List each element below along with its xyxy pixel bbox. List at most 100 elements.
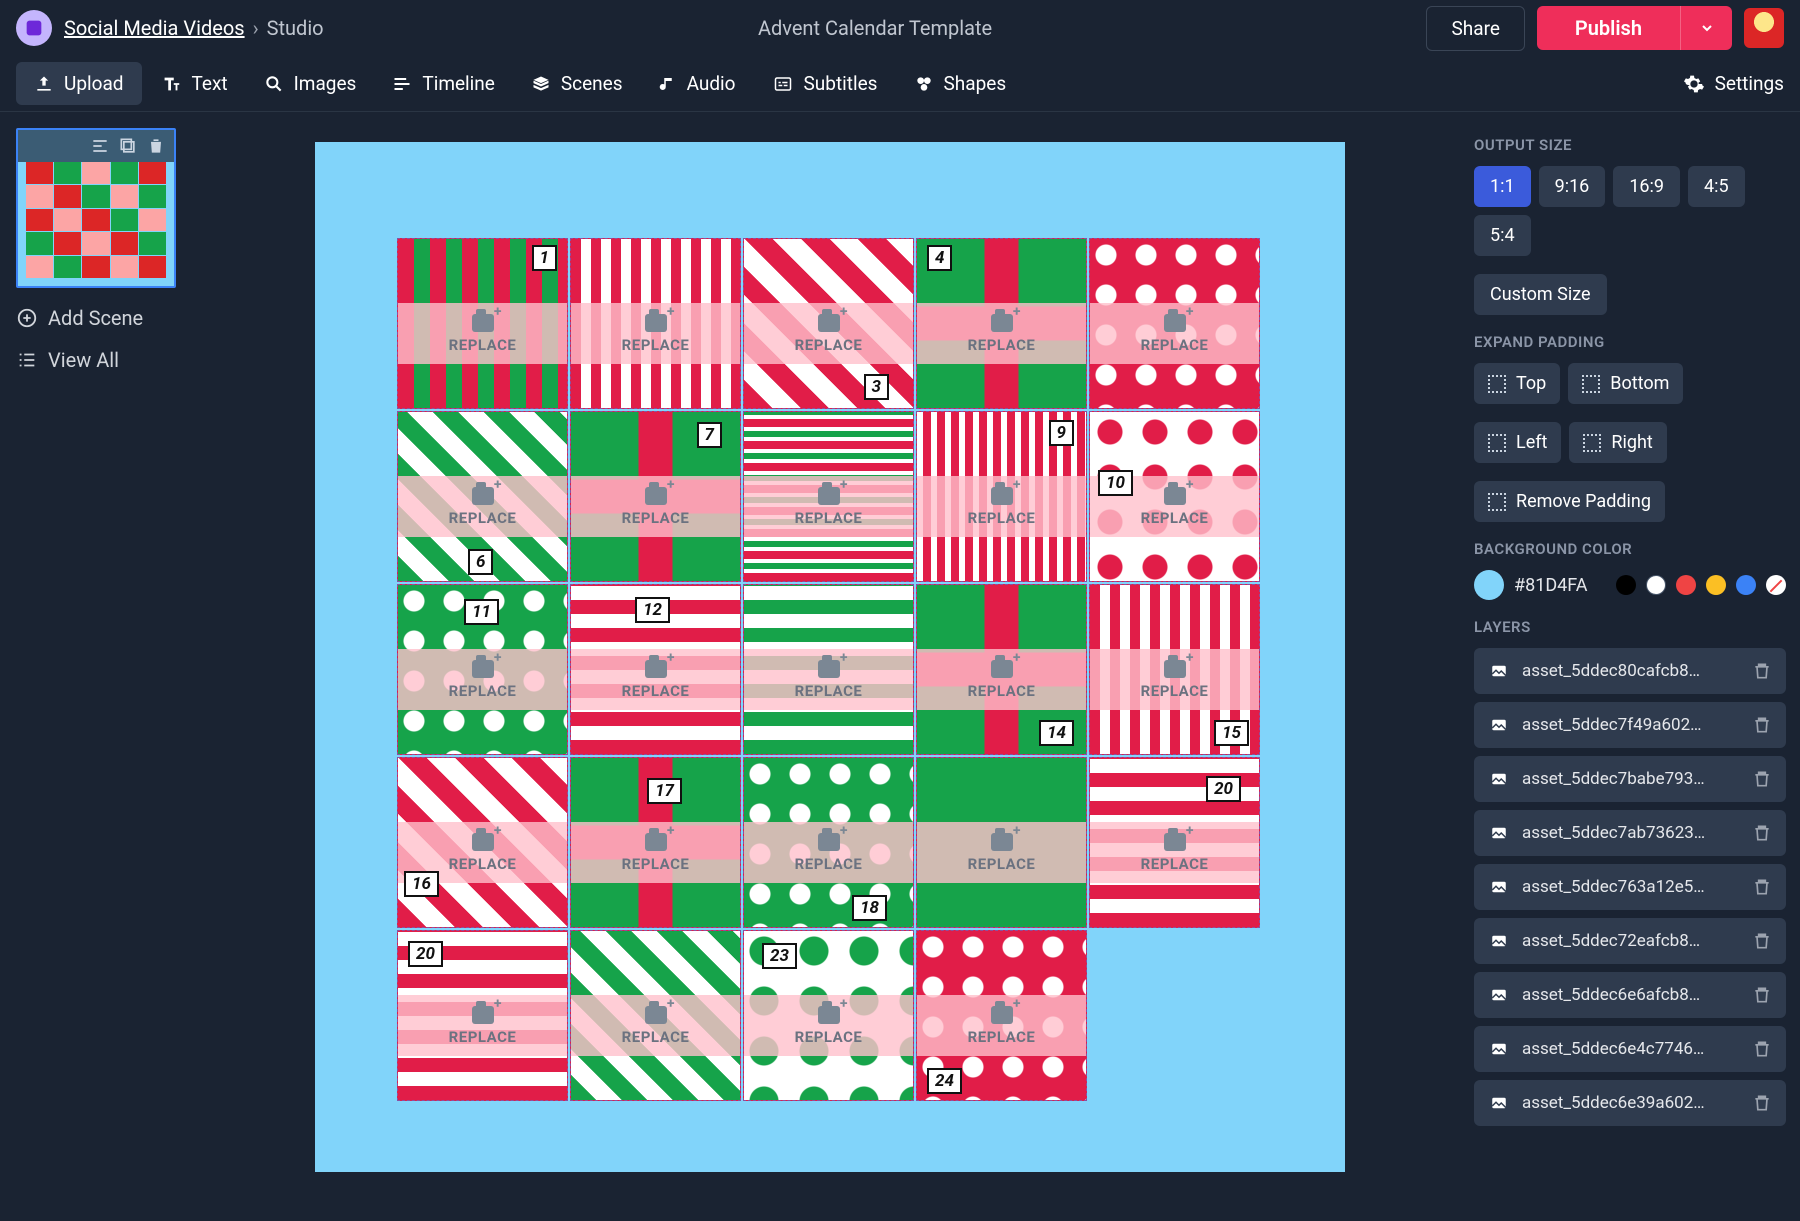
swatch-none[interactable] — [1766, 575, 1786, 595]
remove-padding-button[interactable]: Remove Padding — [1474, 481, 1665, 522]
calendar-cell[interactable]: REPLACE18 — [743, 757, 914, 928]
trash-icon[interactable] — [1752, 930, 1772, 952]
publish-dropdown[interactable] — [1680, 6, 1732, 50]
subtitles-button[interactable]: Subtitles — [754, 62, 896, 105]
calendar-cell[interactable]: REPLACE24 — [916, 930, 1087, 1101]
replace-overlay[interactable]: REPLACE — [398, 995, 567, 1056]
logo-icon[interactable] — [16, 10, 52, 46]
swatch-yellow[interactable] — [1706, 575, 1726, 595]
replace-overlay[interactable]: REPLACE — [917, 476, 1086, 537]
calendar-cell[interactable]: REPLACE11 — [397, 584, 568, 755]
replace-overlay[interactable]: REPLACE — [571, 822, 740, 883]
shapes-button[interactable]: Shapes — [896, 62, 1025, 105]
pad-top-button[interactable]: Top — [1474, 363, 1560, 404]
layer-item[interactable]: asset_5ddec6e6afcb8… — [1474, 972, 1786, 1018]
trash-icon[interactable] — [1752, 876, 1772, 898]
timeline-button[interactable]: Timeline — [374, 62, 513, 105]
trash-icon[interactable] — [146, 136, 166, 156]
replace-overlay[interactable]: REPLACE — [571, 303, 740, 364]
share-button[interactable]: Share — [1426, 6, 1524, 51]
replace-overlay[interactable]: REPLACE — [398, 476, 567, 537]
calendar-cell[interactable]: REPLACE6 — [397, 411, 568, 582]
calendar-cell[interactable]: REPLACE — [570, 930, 741, 1101]
breadcrumb-link[interactable]: Social Media Videos — [64, 16, 245, 40]
current-color-swatch[interactable] — [1474, 570, 1504, 600]
text-button[interactable]: Text — [142, 62, 246, 105]
upload-button[interactable]: Upload — [16, 62, 142, 105]
trash-icon[interactable] — [1752, 660, 1772, 682]
layer-item[interactable]: asset_5ddec7f49a602… — [1474, 702, 1786, 748]
calendar-cell[interactable]: REPLACE23 — [743, 930, 914, 1101]
replace-overlay[interactable]: REPLACE — [398, 303, 567, 364]
replace-overlay[interactable]: REPLACE — [744, 476, 913, 537]
replace-overlay[interactable]: REPLACE — [571, 649, 740, 710]
replace-overlay[interactable]: REPLACE — [1090, 303, 1259, 364]
layer-item[interactable]: asset_5ddec7ab73623… — [1474, 810, 1786, 856]
ratio-1-1[interactable]: 1:1 — [1474, 166, 1531, 207]
replace-overlay[interactable]: REPLACE — [744, 303, 913, 364]
view-all-button[interactable]: View All — [16, 348, 184, 372]
calendar-cell[interactable]: REPLACE — [916, 757, 1087, 928]
trash-icon[interactable] — [1752, 1092, 1772, 1114]
scene-thumbnail[interactable] — [16, 128, 176, 288]
replace-overlay[interactable]: REPLACE — [571, 476, 740, 537]
replace-overlay[interactable]: REPLACE — [917, 995, 1086, 1056]
replace-overlay[interactable]: REPLACE — [917, 303, 1086, 364]
replace-overlay[interactable]: REPLACE — [1090, 822, 1259, 883]
trash-icon[interactable] — [1752, 714, 1772, 736]
layer-item[interactable]: asset_5ddec6e39a602… — [1474, 1080, 1786, 1126]
calendar-cell[interactable]: REPLACE15 — [1089, 584, 1260, 755]
pad-bottom-button[interactable]: Bottom — [1568, 363, 1683, 404]
pad-right-button[interactable]: Right — [1569, 422, 1666, 463]
align-icon[interactable] — [90, 136, 110, 156]
calendar-cell[interactable]: REPLACE9 — [916, 411, 1087, 582]
calendar-cell[interactable]: REPLACE — [570, 238, 741, 409]
ratio-5-4[interactable]: 5:4 — [1474, 215, 1531, 256]
calendar-cell[interactable]: REPLACE1 — [397, 238, 568, 409]
replace-overlay[interactable]: REPLACE — [917, 649, 1086, 710]
canvas-area[interactable]: REPLACE1REPLACEREPLACE3REPLACE4REPLACERE… — [200, 112, 1460, 1221]
replace-overlay[interactable]: REPLACE — [744, 649, 913, 710]
calendar-cell[interactable]: REPLACE20 — [397, 930, 568, 1101]
replace-overlay[interactable]: REPLACE — [1090, 649, 1259, 710]
calendar-cell[interactable]: REPLACE14 — [916, 584, 1087, 755]
trash-icon[interactable] — [1752, 1038, 1772, 1060]
pad-left-button[interactable]: Left — [1474, 422, 1561, 463]
replace-overlay[interactable]: REPLACE — [398, 649, 567, 710]
layer-item[interactable]: asset_5ddec72eafcb8… — [1474, 918, 1786, 964]
scenes-button[interactable]: Scenes — [513, 62, 641, 105]
replace-overlay[interactable]: REPLACE — [917, 822, 1086, 883]
ratio-4-5[interactable]: 4:5 — [1688, 166, 1745, 207]
calendar-cell[interactable]: REPLACE — [1089, 238, 1260, 409]
trash-icon[interactable] — [1752, 984, 1772, 1006]
audio-button[interactable]: Audio — [641, 62, 754, 105]
swatch-blue[interactable] — [1736, 575, 1756, 595]
copy-icon[interactable] — [118, 136, 138, 156]
settings-button[interactable]: Settings — [1683, 72, 1784, 95]
trash-icon[interactable] — [1752, 822, 1772, 844]
ratio-9-16[interactable]: 9:16 — [1539, 166, 1606, 207]
calendar-cell[interactable]: REPLACE — [743, 411, 914, 582]
calendar-cell[interactable]: REPLACE7 — [570, 411, 741, 582]
replace-overlay[interactable]: REPLACE — [571, 995, 740, 1056]
swatch-white[interactable] — [1646, 575, 1666, 595]
layer-item[interactable]: asset_5ddec763a12e5… — [1474, 864, 1786, 910]
user-avatar[interactable] — [1744, 8, 1784, 48]
publish-button[interactable]: Publish — [1537, 6, 1680, 50]
replace-overlay[interactable]: REPLACE — [744, 822, 913, 883]
calendar-cell[interactable]: REPLACE12 — [570, 584, 741, 755]
trash-icon[interactable] — [1752, 768, 1772, 790]
calendar-cell[interactable]: REPLACE16 — [397, 757, 568, 928]
calendar-cell[interactable]: REPLACE20 — [1089, 757, 1260, 928]
layer-item[interactable]: asset_5ddec80cafcb8… — [1474, 648, 1786, 694]
swatch-black[interactable] — [1616, 575, 1636, 595]
calendar-cell[interactable]: REPLACE17 — [570, 757, 741, 928]
custom-size-button[interactable]: Custom Size — [1474, 274, 1607, 315]
images-button[interactable]: Images — [246, 62, 375, 105]
calendar-cell[interactable]: REPLACE4 — [916, 238, 1087, 409]
calendar-cell[interactable]: REPLACE3 — [743, 238, 914, 409]
calendar-cell[interactable]: REPLACE10 — [1089, 411, 1260, 582]
swatch-red[interactable] — [1676, 575, 1696, 595]
layer-item[interactable]: asset_5ddec6e4c7746… — [1474, 1026, 1786, 1072]
add-scene-button[interactable]: Add Scene — [16, 306, 184, 330]
